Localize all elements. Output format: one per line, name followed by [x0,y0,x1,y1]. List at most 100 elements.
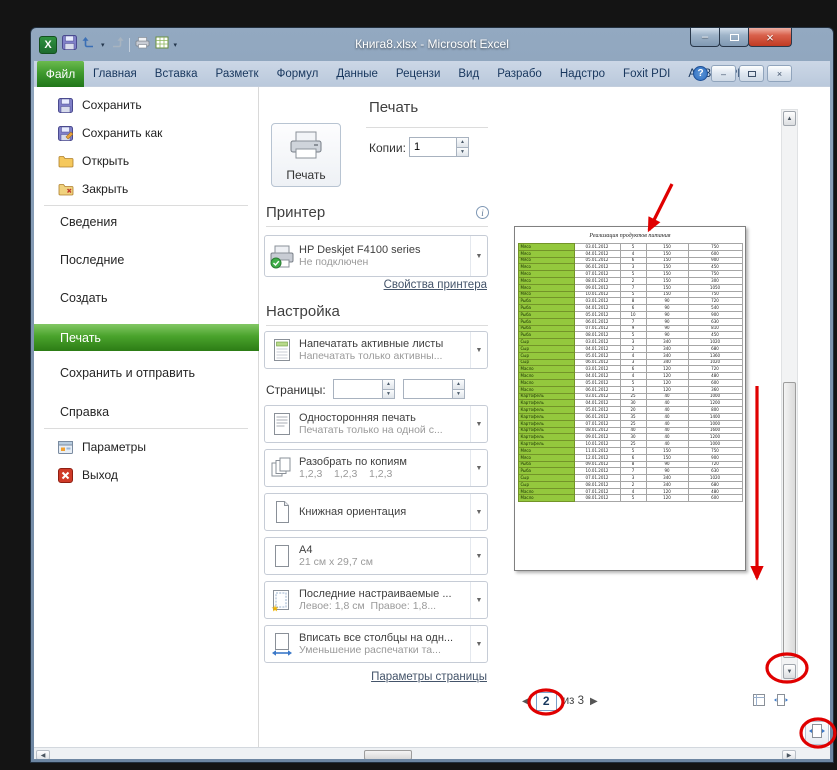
scaling-dropdown[interactable]: Вписать все столбцы на одн... Уменьшение… [264,625,488,663]
spin-up-button[interactable]: ▲ [456,137,469,148]
scroll-up-button[interactable]: ▲ [783,111,796,126]
table-cell: Рыба [518,311,574,318]
maximize-button[interactable] [719,28,749,47]
sidebar-item-help[interactable]: Справка [34,400,259,424]
sidebar-item-save-as[interactable]: Сохранить как [34,121,259,145]
preview-vertical-scrollbar[interactable]: ▲ ▼ [781,109,798,681]
table-cell: 150 [646,244,688,251]
workbook-close-button[interactable]: × [767,65,792,82]
sidebar-item-exit[interactable]: Выход [34,463,259,487]
sidebar-item-new[interactable]: Создать [34,286,259,310]
sidebar-item-save-and-send[interactable]: Сохранить и отправить [34,361,259,385]
fit-page-button[interactable] [771,693,790,712]
table-cell: 06.01.2012 [574,413,620,420]
sidebar-item-label: Закрыть [82,182,128,196]
window-controls: – × [691,28,792,47]
printer-name: HP Deskjet F4100 series [299,244,470,256]
table-cell: Рыба [518,461,574,468]
close-button[interactable]: × [748,28,792,47]
scroll-down-button[interactable]: ▼ [783,664,796,679]
table-cell: 1020 [688,359,742,366]
ribbon-tab[interactable]: Разметк [207,61,268,87]
dropdown-subtitle: 21 см x 29,7 см [299,556,470,568]
zoom-to-page-button[interactable] [805,721,829,745]
sidebar-item-close[interactable]: Закрыть [34,177,259,201]
spin-up-button[interactable]: ▲ [452,379,465,390]
table-cell: 07.01.2012 [574,475,620,482]
horizontal-scrollbar[interactable]: ◀ ▶ [34,747,830,759]
sidebar-item-info[interactable]: Сведения [34,210,259,234]
print-button[interactable]: Печать [271,123,341,187]
ribbon-tab[interactable]: Данные [327,61,387,87]
collate-dropdown[interactable]: Разобрать по копиям 1,2,3 1,2,3 1,2,3 ▼ [264,449,488,487]
sidebar-item-options[interactable]: Параметры [34,435,259,459]
current-page-box[interactable]: 2 [536,692,557,711]
show-margins-button[interactable] [749,693,768,712]
ribbon-tab[interactable]: Формул [268,61,328,87]
info-icon[interactable]: i [476,206,489,219]
table-cell: Картофель [518,420,574,427]
table-cell: Мясо [518,264,574,271]
sidebar-item-save[interactable]: Сохранить [34,93,259,117]
tab-file[interactable]: Файл [37,61,84,87]
undo-menu-caret-icon[interactable]: ▾ [101,42,105,49]
ribbon-tab[interactable]: Вставка [146,61,207,87]
maximize-icon [730,34,739,41]
ribbon-tab[interactable]: Главная [84,61,146,87]
sidebar-item-print[interactable]: Печать [34,324,259,351]
table-cell: 05.01.2012 [574,257,620,264]
pages-from-input[interactable] [333,379,382,399]
table-cell: Рыба [518,298,574,305]
printer-select-dropdown[interactable]: HP Deskjet F4100 series Не подключен ▼ [264,235,488,277]
dropdown-subtitle: Левое: 1,8 см Правое: 1,8... [299,600,470,612]
printer-properties-link[interactable]: Свойства принтера [384,279,487,291]
excel-logo-icon[interactable]: X [39,36,57,54]
workbook-minimize-button[interactable]: – [711,65,736,82]
help-icon[interactable]: ? [693,66,708,81]
orientation-dropdown[interactable]: Книжная ориентация ▼ [264,493,488,531]
table-cell: 5 [620,244,646,251]
undo-icon[interactable] [82,36,96,54]
spin-down-button[interactable]: ▼ [456,148,469,158]
margins-dropdown[interactable]: ★ Последние настраиваемые ... Левое: 1,8… [264,581,488,619]
print-preview-panel: Реализация продуктов питания Мясо 03.01.… [497,87,830,747]
sidebar-item-open[interactable]: Открыть [34,149,259,173]
table-row: Мясо 03.01.2012 5 150 750 [518,244,742,251]
table-cell: Сыр [518,359,574,366]
page-setup-link[interactable]: Параметры страницы [371,671,487,683]
ribbon-tab[interactable]: Надстро [551,61,614,87]
scroll-right-button[interactable]: ▶ [782,750,796,759]
table-cell: 480 [688,488,742,495]
duplex-dropdown[interactable]: Односторонняя печать Печатать только на … [264,405,488,443]
ribbon-tab[interactable]: Разрабо [488,61,551,87]
redo-icon[interactable] [110,36,124,54]
table-row: Рыба 10.01.2012 7 90 630 [518,468,742,475]
table-cell: 900 [688,454,742,461]
table-cell: 810 [688,325,742,332]
scrollbar-thumb[interactable] [364,750,412,759]
workbook-restore-button[interactable] [739,65,764,82]
previous-page-button[interactable]: ◀ [522,696,530,707]
scroll-left-button[interactable]: ◀ [36,750,50,759]
copies-value[interactable]: 1 [409,137,456,157]
save-icon[interactable] [62,35,77,55]
ribbon-tab[interactable]: Вид [449,61,488,87]
scrollbar-thumb[interactable] [783,382,796,658]
spin-up-button[interactable]: ▲ [382,379,395,390]
ribbon-tab[interactable]: Рецензи [387,61,449,87]
quick-print-icon[interactable] [135,36,150,54]
sidebar-item-recent[interactable]: Последние [34,248,259,272]
table-cell: 340 [646,345,688,352]
spin-down-button[interactable]: ▼ [452,390,465,400]
minimize-button[interactable]: – [690,28,720,47]
table-cell: 9 [620,325,646,332]
table-cell: 03.01.2012 [574,366,620,373]
pages-to-input[interactable] [403,379,452,399]
ribbon-tab[interactable]: Foxit PDI [614,61,679,87]
next-page-button[interactable]: ▶ [590,696,598,707]
table-cell: Сыр [518,481,574,488]
print-what-dropdown[interactable]: Напечатать активные листы Напечатать тол… [264,331,488,369]
paper-size-dropdown[interactable]: A4 21 см x 29,7 см ▼ [264,537,488,575]
close-folder-icon [58,183,74,196]
spin-down-button[interactable]: ▼ [382,390,395,400]
